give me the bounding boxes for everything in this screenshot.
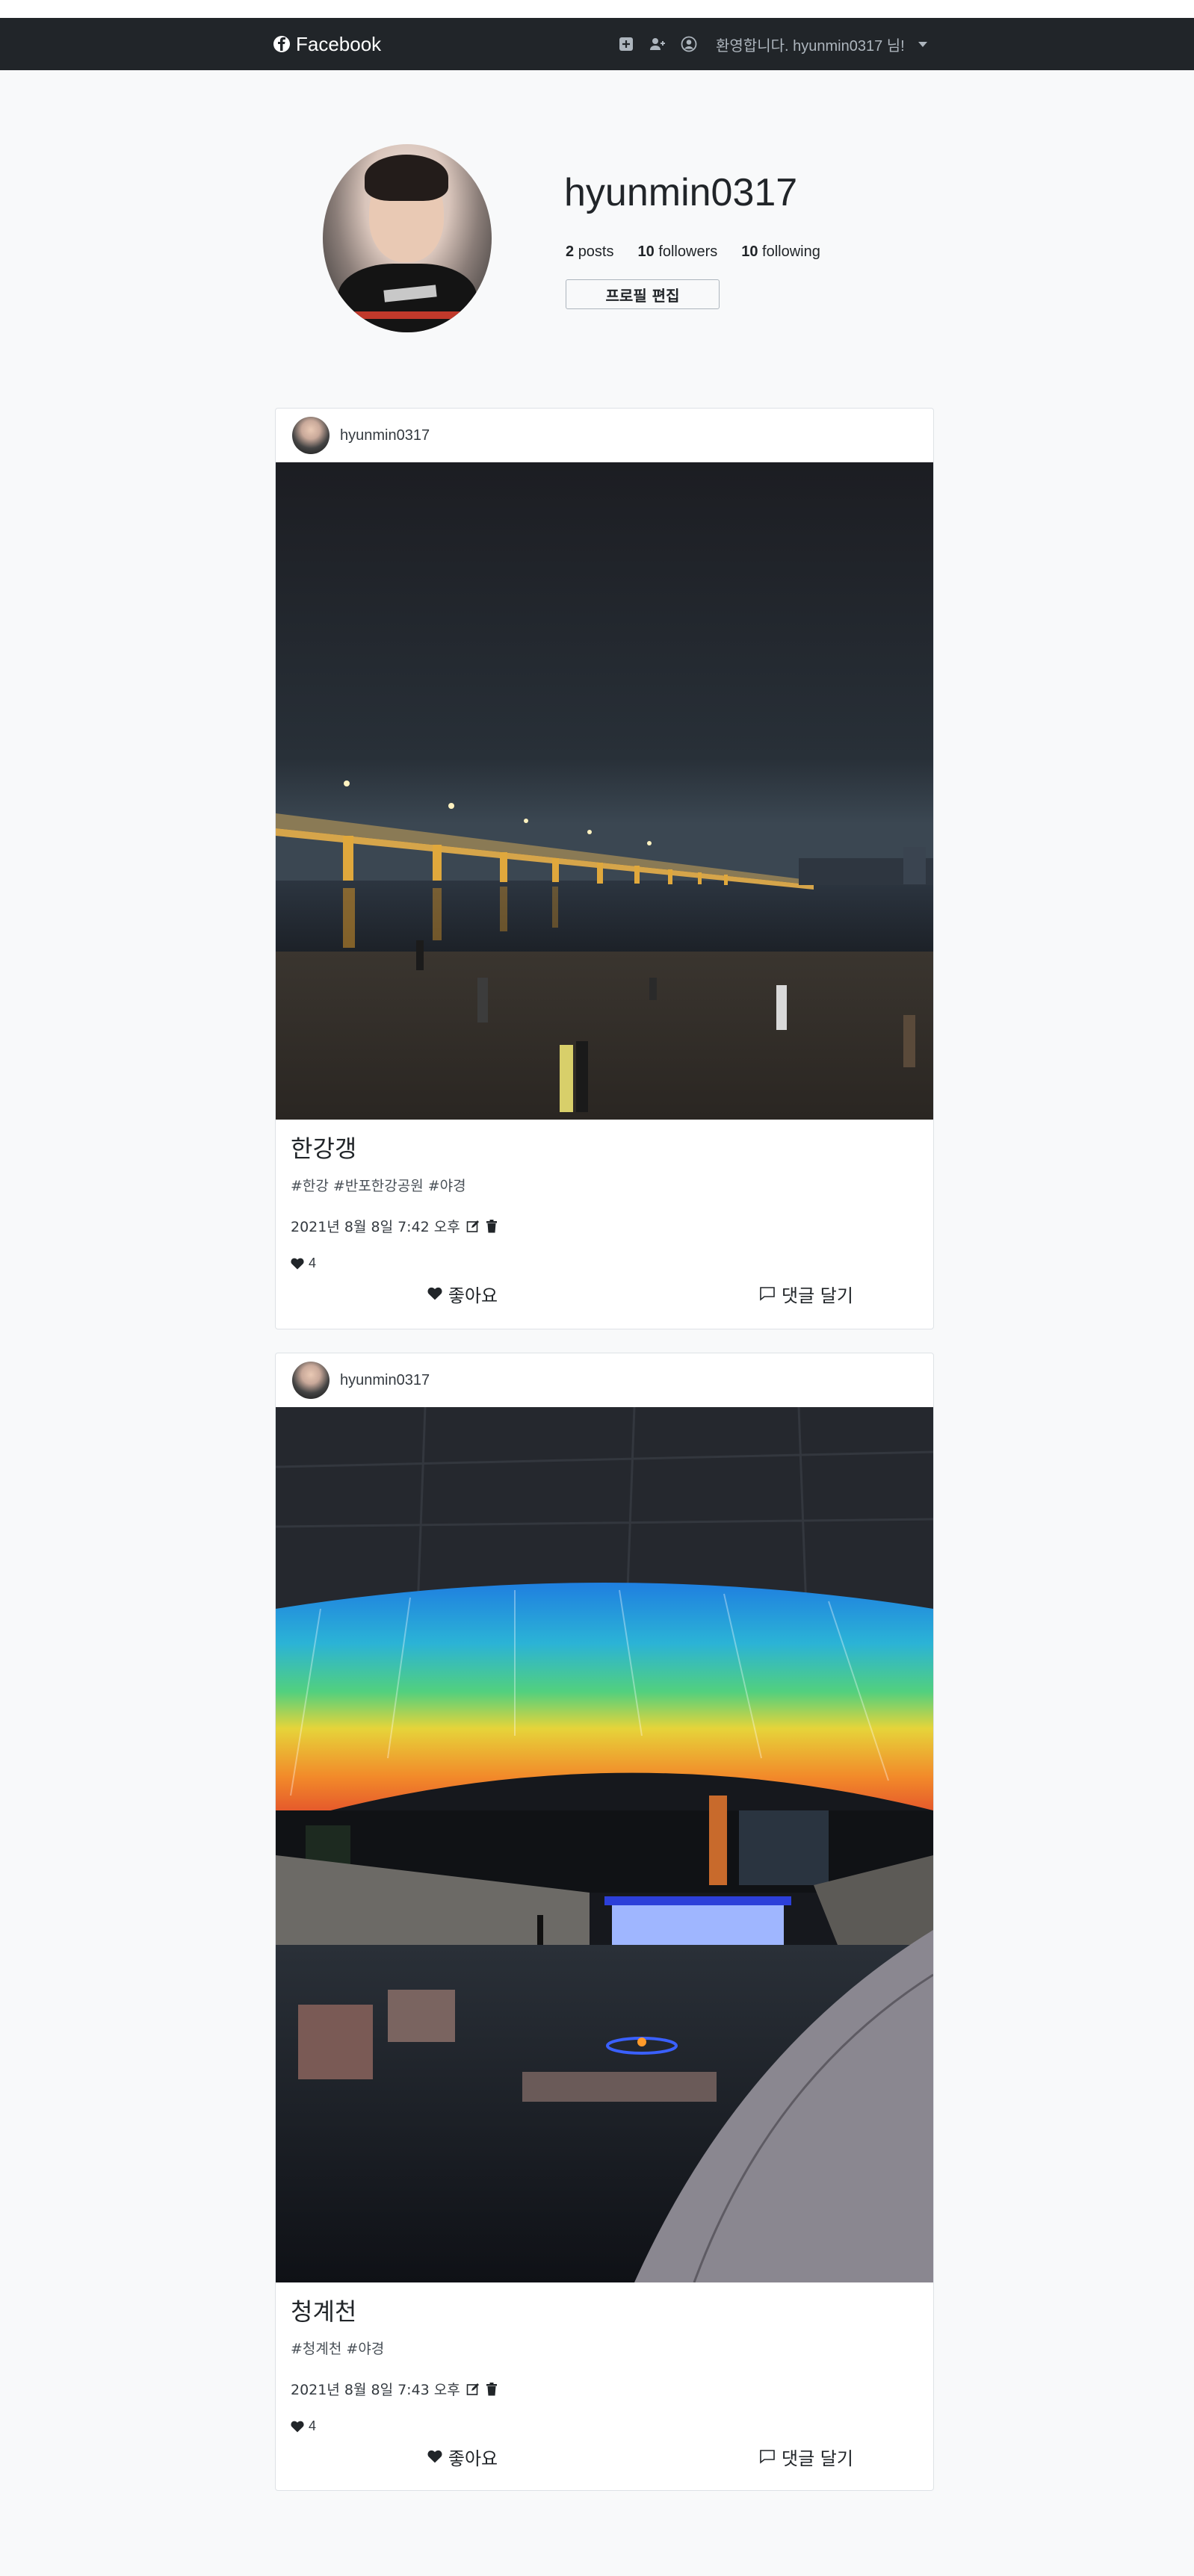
post-likes: 4 [291,1256,918,1271]
profile-username: hyunmin0317 [564,171,798,214]
edit-icon[interactable] [466,1220,480,1233]
post-card: hyunmin0317 [275,1353,934,2491]
comment-button[interactable]: 댓글 달기 [590,1281,933,1307]
person-plus-icon[interactable] [649,35,666,53]
profile-stats: 2 posts 10 followers 10 following [566,243,820,261]
avatar[interactable] [292,417,330,454]
facebook-icon [273,36,290,52]
post-body: 한강갱 #한강 #반포한강공원 #야경 2021년 8월 8일 7:42 오후 … [276,1120,933,1271]
post-likes: 4 [291,2418,918,2434]
like-label: 좋아요 [448,1285,498,1306]
post-card: hyunmin0317 [275,408,934,1329]
like-button[interactable]: 좋아요 [276,1281,590,1307]
post-tags[interactable]: #한강 #반포한강공원 #야경 [291,1175,918,1195]
post-actions: 좋아요 댓글 달기 [276,2434,933,2479]
heart-icon [291,2421,304,2433]
like-label: 좋아요 [448,2448,498,2469]
heart-icon [291,1258,304,1270]
post-author[interactable]: hyunmin0317 [340,1372,430,1389]
trash-icon[interactable] [486,2382,498,2396]
browser-top-strip [0,0,1194,18]
plus-square-icon[interactable] [617,35,635,53]
following-stat[interactable]: 10 following [741,243,820,261]
post-header: hyunmin0317 [276,1353,933,1407]
post-title: 청계천 [291,2297,357,2326]
post-image[interactable] [276,1407,933,2282]
likes-count: 4 [309,1256,317,1270]
comment-label: 댓글 달기 [782,2448,853,2469]
post-actions: 좋아요 댓글 달기 [276,1271,933,1316]
comment-button[interactable]: 댓글 달기 [590,2444,933,2470]
followers-stat[interactable]: 10 followers [638,243,718,261]
avatar[interactable] [292,1362,330,1399]
edit-profile-button[interactable]: 프로필 편집 [566,279,720,309]
post-body: 청계천 #청계천 #야경 2021년 8월 8일 7:43 오후 4 [276,2282,933,2434]
trash-icon[interactable] [486,1219,498,1233]
navbar-right: 환영합니다. hyunmin0317 님! [617,33,927,55]
post-tags[interactable]: #청계천 #야경 [291,2338,918,2358]
post-date-row: 2021년 8월 8일 7:42 오후 [291,1216,918,1236]
greeting-text: 환영합니다. hyunmin0317 님! [716,37,905,55]
post-image[interactable] [276,462,933,1120]
caret-down-icon [918,41,927,47]
profile-avatar [323,144,492,332]
post-date: 2021년 8월 8일 7:42 오후 [291,1219,460,1235]
post-date: 2021년 8월 8일 7:43 오후 [291,2382,460,2398]
brand-label: Facebook [296,32,382,55]
edit-icon[interactable] [466,2383,480,2396]
likes-count: 4 [309,2418,317,2433]
user-dropdown[interactable]: 환영합니다. hyunmin0317 님! [716,34,927,55]
posts-stat: 2 posts [566,243,614,260]
like-button[interactable]: 좋아요 [276,2444,590,2470]
navbar: Facebook 환영합니다. hyunmin0317 님! [0,18,1194,70]
post-date-row: 2021년 8월 8일 7:43 오후 [291,2379,918,2399]
post-title: 한강갱 [291,1135,357,1163]
person-circle-icon[interactable] [680,35,698,53]
brand-link[interactable]: Facebook [273,33,381,55]
post-header: hyunmin0317 [276,409,933,462]
comment-label: 댓글 달기 [782,1285,853,1306]
post-author[interactable]: hyunmin0317 [340,427,430,444]
